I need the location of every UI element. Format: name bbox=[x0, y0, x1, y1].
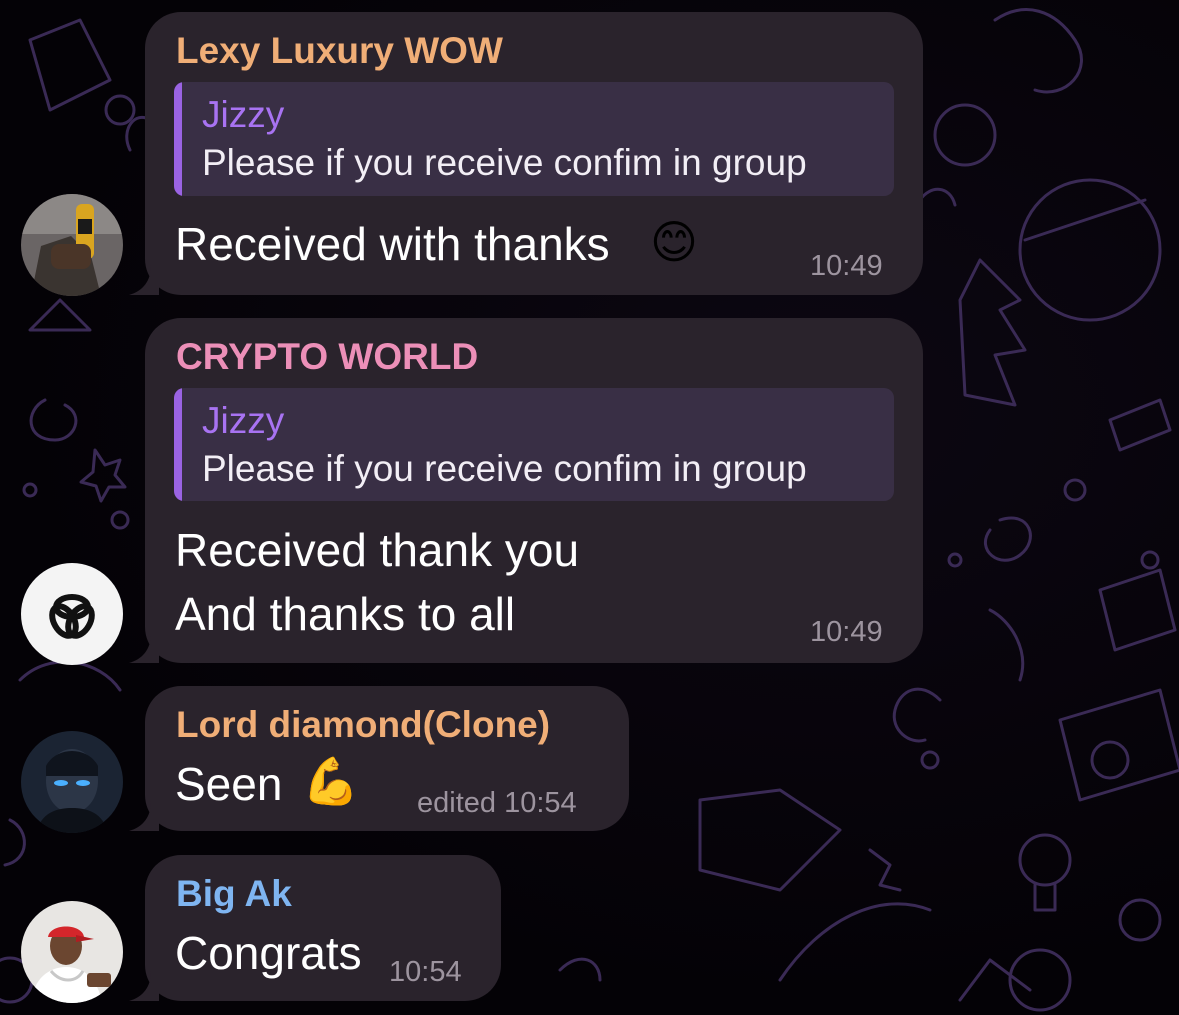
sender-name[interactable]: Lexy Luxury WOW bbox=[176, 30, 503, 72]
message-time: 10:54 bbox=[389, 956, 462, 988]
sender-name[interactable]: CRYPTO WORLD bbox=[176, 336, 478, 378]
red-cap-man-avatar-icon[interactable] bbox=[21, 901, 123, 1003]
chain-link-logo-icon[interactable] bbox=[21, 563, 123, 665]
sender-name[interactable]: Big Ak bbox=[176, 873, 292, 915]
message-text-line-2: And thanks to all bbox=[175, 588, 516, 640]
message-text: Congrats bbox=[175, 927, 362, 979]
flexed-biceps-emoji-icon: 💪 bbox=[302, 755, 360, 807]
reply-sender: Jizzy bbox=[202, 94, 285, 135]
message-bubble: Lord diamond(Clone) Seen 💪 edited 10:54 bbox=[129, 686, 629, 831]
photo-avatar-icon[interactable] bbox=[21, 194, 123, 296]
smile-emoji-icon: 😊 bbox=[650, 216, 698, 268]
chat-background: Lexy Luxury WOW Jizzy Please if you rece… bbox=[0, 0, 1179, 1015]
message-text: Seen bbox=[175, 758, 283, 810]
reply-sender: Jizzy bbox=[202, 400, 285, 441]
message-bubble: CRYPTO WORLD Jizzy Please if you receive… bbox=[129, 318, 923, 663]
reply-accent-bar bbox=[174, 388, 182, 501]
message-text-line-1: Received thank you bbox=[175, 524, 580, 576]
message-time: edited 10:54 bbox=[417, 787, 577, 819]
message-bubble: Big Ak Congrats 10:54 bbox=[129, 855, 501, 1001]
sender-name[interactable]: Lord diamond(Clone) bbox=[176, 704, 550, 746]
message-text: Received with thanks bbox=[175, 218, 610, 270]
reply-quote[interactable]: Jizzy Please if you receive confim in gr… bbox=[174, 388, 894, 501]
message-bubble: Lexy Luxury WOW Jizzy Please if you rece… bbox=[129, 12, 923, 295]
reply-quote[interactable]: Jizzy Please if you receive confim in gr… bbox=[174, 82, 894, 196]
masked-man-avatar-icon[interactable] bbox=[21, 731, 123, 833]
reply-accent-bar bbox=[174, 82, 182, 196]
reply-text: Please if you receive confim in group bbox=[202, 142, 807, 183]
message-time: 10:49 bbox=[810, 250, 883, 282]
message-time: 10:49 bbox=[810, 616, 883, 648]
reply-text: Please if you receive confim in group bbox=[202, 448, 807, 489]
